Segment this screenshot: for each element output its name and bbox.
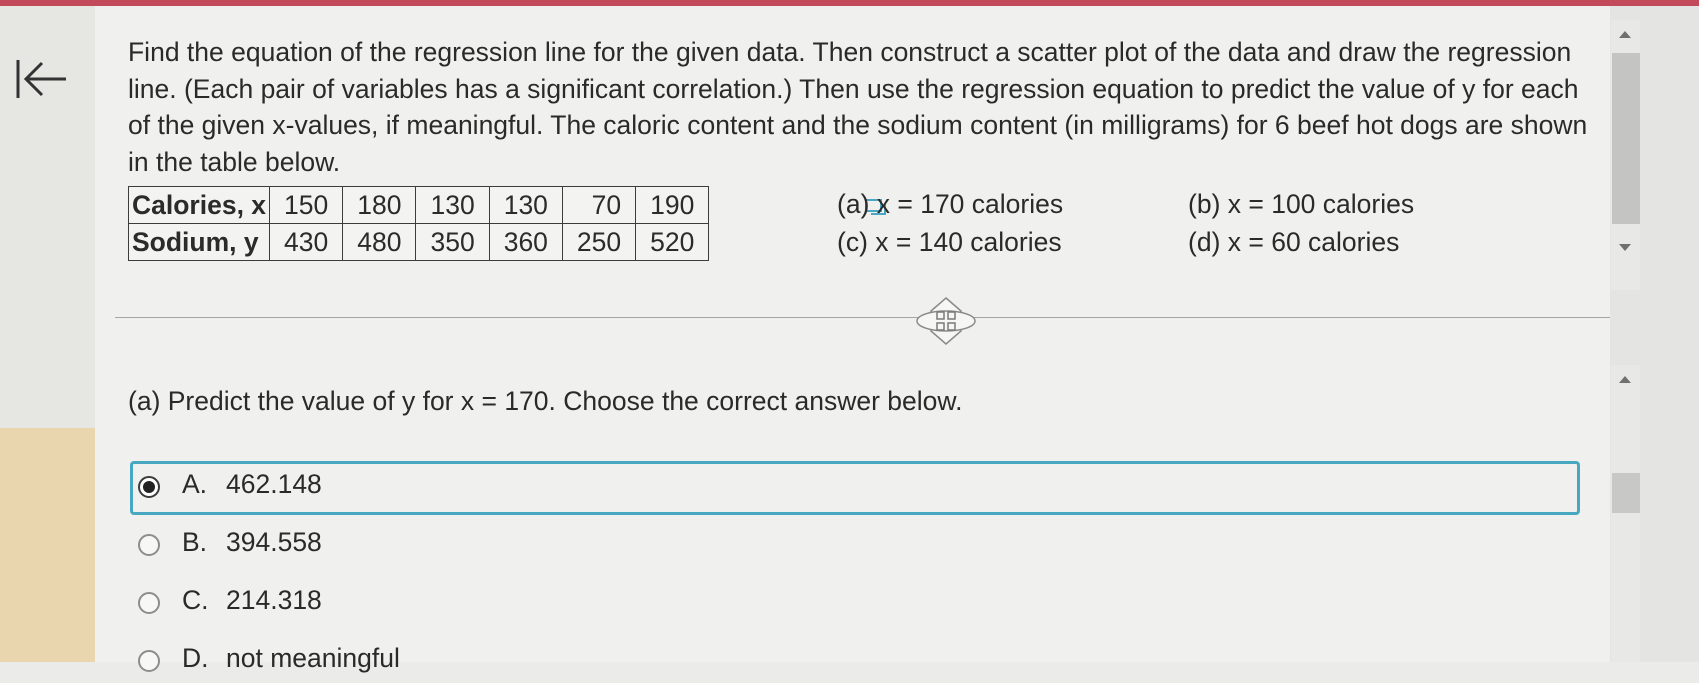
radio-button[interactable] bbox=[138, 650, 160, 672]
selected-answer-highlight bbox=[130, 461, 1580, 515]
lower-scrollbar-thumb[interactable] bbox=[1612, 473, 1640, 513]
scroll-down-arrow-icon[interactable] bbox=[1619, 244, 1631, 251]
table-cell: 520 bbox=[635, 223, 710, 261]
x-value-d: (d) x = 60 calories bbox=[1188, 227, 1400, 257]
table-cell: 250 bbox=[561, 223, 637, 261]
option-letter: A. bbox=[182, 469, 208, 499]
table-cell: 480 bbox=[342, 223, 417, 261]
row-header: Calories, x bbox=[127, 186, 271, 224]
table-row: Calories, x 150 180 130 130 70 190 bbox=[127, 186, 710, 224]
scroll-up-arrow-icon[interactable] bbox=[1619, 31, 1631, 38]
move-handle-icon[interactable] bbox=[915, 296, 977, 346]
data-table: Calories, x 150 180 130 130 70 190 Sodiu… bbox=[127, 186, 710, 261]
x-value-a: (a) x = 170 calories bbox=[837, 189, 1064, 219]
table-cell: 430 bbox=[269, 223, 344, 261]
option-text: not meaningful bbox=[226, 643, 400, 673]
table-cell: 70 bbox=[561, 186, 637, 224]
table-cell: 150 bbox=[269, 186, 344, 224]
option-text: 394.558 bbox=[226, 527, 322, 557]
table-cell: 360 bbox=[488, 223, 563, 261]
table-cell: 180 bbox=[342, 186, 417, 224]
question-panel: Find the equation of the regression line… bbox=[95, 6, 1610, 673]
option-letter: B. bbox=[182, 527, 208, 557]
table-row: Sodium, y 430 480 350 360 250 520 bbox=[127, 223, 710, 261]
table-cell: 130 bbox=[488, 186, 563, 224]
radio-button[interactable] bbox=[138, 592, 160, 614]
back-to-start-icon[interactable] bbox=[12, 54, 72, 104]
x-value-b: (b) x = 100 calories bbox=[1188, 189, 1415, 219]
radio-button-selected[interactable] bbox=[138, 476, 160, 498]
question-prompt: (a) Predict the value of y for x = 170. … bbox=[128, 386, 963, 416]
scroll-up-arrow-icon[interactable] bbox=[1619, 376, 1631, 383]
table-cell: 190 bbox=[635, 186, 710, 224]
row-header: Sodium, y bbox=[127, 223, 271, 261]
upper-scrollbar-thumb[interactable] bbox=[1612, 53, 1640, 224]
table-cell: 350 bbox=[415, 223, 490, 261]
option-letter: C. bbox=[182, 585, 209, 615]
lower-scrollbar-track[interactable] bbox=[1611, 365, 1640, 662]
option-text: 462.148 bbox=[226, 469, 322, 499]
left-rail-highlight bbox=[0, 428, 95, 662]
option-letter: D. bbox=[182, 643, 209, 673]
problem-statement: Find the equation of the regression line… bbox=[128, 37, 1588, 177]
table-cell: 130 bbox=[415, 186, 490, 224]
x-value-c: (c) x = 140 calories bbox=[837, 227, 1062, 257]
section-divider bbox=[115, 317, 1610, 318]
option-text: 214.318 bbox=[226, 585, 322, 615]
radio-button[interactable] bbox=[138, 534, 160, 556]
